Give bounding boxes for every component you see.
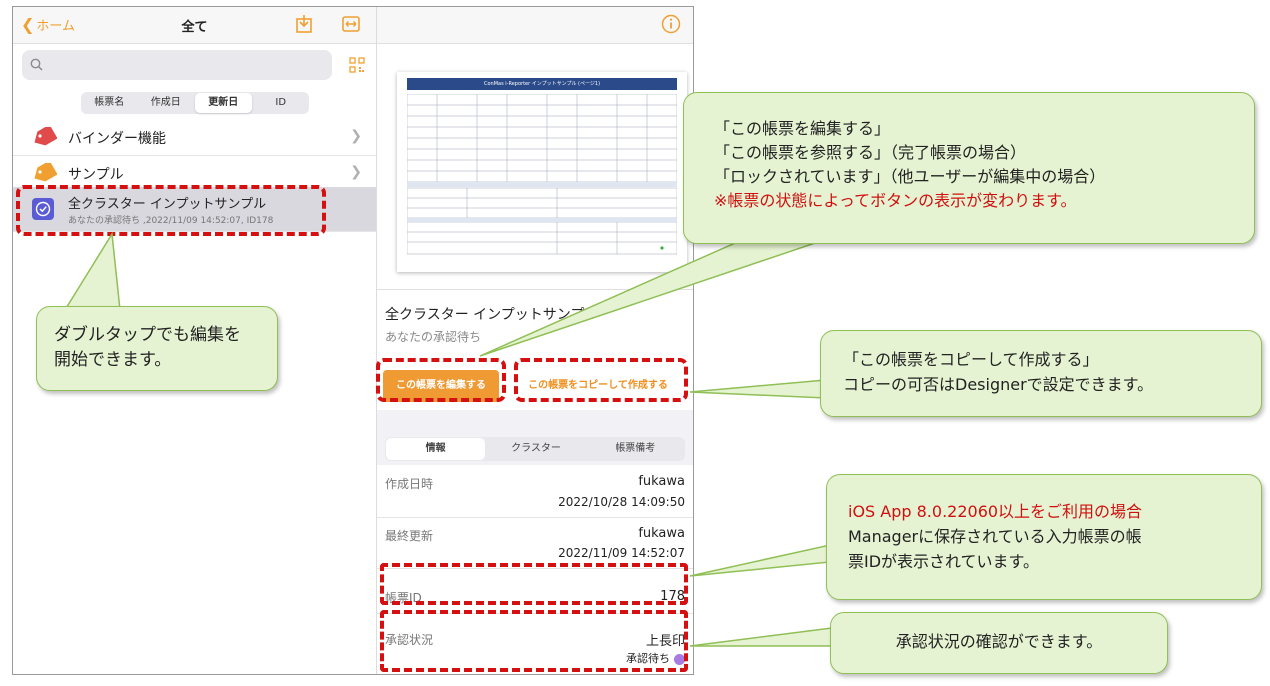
- callout-copy-line2: コピーの可否はDesignerで設定できます。: [843, 375, 1154, 394]
- callout-id: iOS App 8.0.22060以上をご利用の場合 Managerに保存されて…: [826, 474, 1262, 600]
- callout-approval: 承認状況の確認ができます。: [830, 612, 1168, 674]
- callout-id-line3: 票IDが表示されています。: [848, 552, 1039, 571]
- callout-buttons-line1: 「この帳票を編集する」: [714, 119, 891, 138]
- pointer-id: [689, 544, 831, 577]
- callout-id-line1: iOS App 8.0.22060以上をご利用の場合: [848, 502, 1143, 521]
- pointer-buttons: [479, 231, 831, 357]
- callout-double-tap-line1: ダブルタップでも編集を: [54, 325, 241, 345]
- callout-double-tap-line2: 開始できます。: [54, 350, 172, 370]
- callout-approval-line1: 承認状況の確認ができます。: [895, 632, 1103, 651]
- callout-buttons-note: ※帳票の状態によってボタンの表示が変わります。: [714, 191, 1077, 210]
- pointer-approval: [689, 627, 833, 647]
- callout-copy: 「この帳票をコピーして作成する」 コピーの可否はDesignerで設定できます。: [820, 330, 1262, 417]
- callout-id-line2: Managerに保存されている入力帳票の帳: [848, 527, 1142, 546]
- callout-copy-line1: 「この帳票をコピーして作成する」: [843, 350, 1099, 369]
- callout-buttons: 「この帳票を編集する」 「この帳票を参照する」（完了帳票の場合） 「ロックされて…: [683, 92, 1255, 244]
- callout-double-tap: ダブルタップでも編集を 開始できます。: [36, 306, 278, 391]
- callout-buttons-line3: 「ロックされています」（他ユーザーが編集中の場合）: [714, 167, 1106, 186]
- pointer-copy: [689, 379, 827, 399]
- callout-buttons-line2: 「この帳票を参照する」（完了帳票の場合）: [714, 143, 1027, 162]
